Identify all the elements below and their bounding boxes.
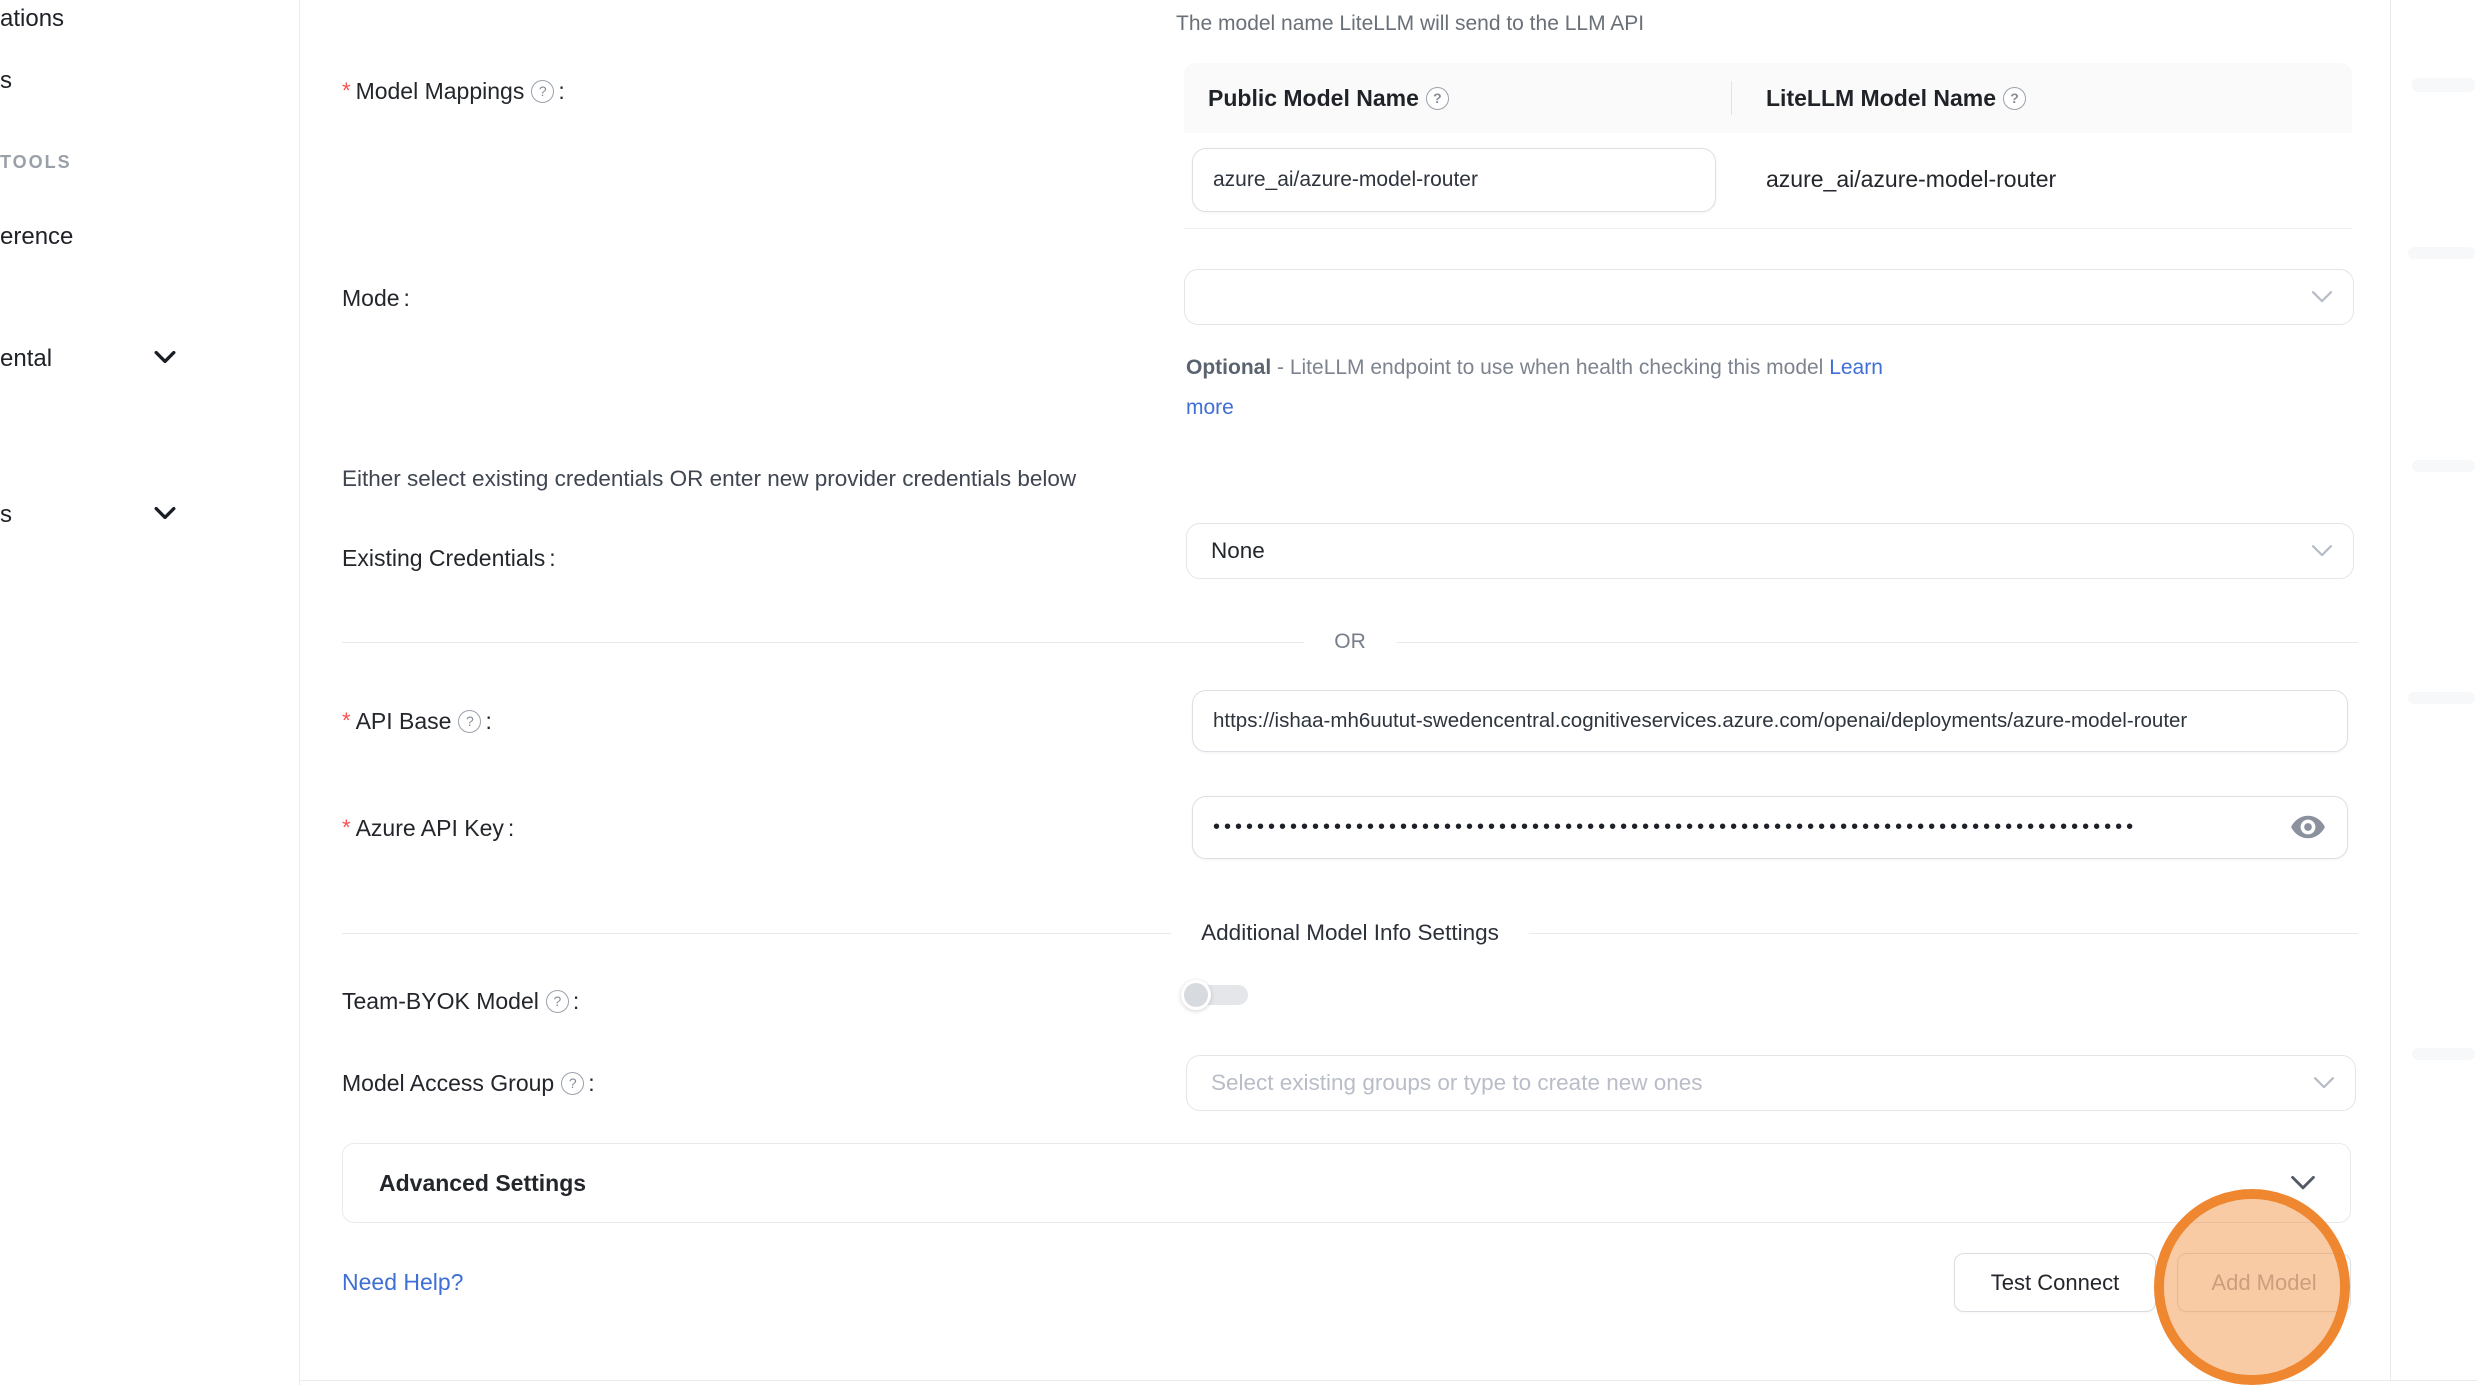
sidebar-item-users[interactable]: s — [0, 66, 12, 96]
chevron-down-icon — [2311, 544, 2333, 558]
column-header-litellm-model-name: LiteLLM Model Name ? — [1731, 85, 2352, 112]
backdrop-ghost — [2412, 78, 2475, 92]
model-mappings-table: Public Model Name ? LiteLLM Model Name ?… — [1184, 63, 2352, 229]
model-mappings-table-row: azure_ai/azure-model-router — [1184, 133, 2352, 229]
or-divider: OR — [342, 629, 2358, 655]
model-name-hint: The model name LiteLLM will send to the … — [1176, 12, 1644, 36]
api-base-label: * API Base ? : — [342, 706, 492, 736]
additional-info-divider: Additional Model Info Settings — [342, 920, 2358, 946]
existing-credentials-value: None — [1211, 538, 1265, 564]
sidebar-section-tools: TOOLS — [0, 150, 72, 174]
toggle-password-visibility-eye-icon[interactable] — [2290, 811, 2326, 843]
learn-more-link[interactable]: more — [1186, 396, 1234, 420]
public-model-name-input[interactable] — [1192, 148, 1716, 212]
help-icon[interactable]: ? — [1426, 87, 1449, 110]
divider-line — [1396, 642, 2358, 643]
existing-credentials-select[interactable]: None — [1186, 523, 2354, 579]
api-base-input[interactable] — [1192, 690, 2348, 752]
need-help-link[interactable]: Need Help? — [342, 1269, 463, 1296]
chevron-down-icon — [154, 506, 176, 520]
mode-help-line2: more — [1186, 388, 1234, 428]
test-connect-button[interactable]: Test Connect — [1954, 1253, 2156, 1312]
backdrop-ghost — [2408, 247, 2475, 259]
add-model-form-screen: ations s TOOLS erence ental s The model … — [0, 0, 2477, 1385]
model-access-group-label: Model Access Group ? : — [342, 1068, 595, 1098]
sidebar-item-label: ental — [0, 345, 52, 373]
chevron-down-icon — [2311, 290, 2333, 304]
divider-line — [1529, 933, 2358, 934]
sidebar-item-organizations[interactable]: ations — [0, 4, 64, 34]
advanced-settings-title: Advanced Settings — [379, 1170, 586, 1197]
model-mappings-label: * Model Mappings ? : — [342, 76, 565, 106]
team-byok-label: Team-BYOK Model ? : — [342, 986, 579, 1016]
sidebar-item-label: erence — [0, 223, 73, 251]
modal-bottom-border — [300, 1380, 2477, 1381]
model-access-group-select[interactable]: Select existing groups or type to create… — [1186, 1055, 2356, 1111]
model-access-group-placeholder: Select existing groups or type to create… — [1211, 1070, 1703, 1096]
required-marker: * — [342, 817, 351, 839]
backdrop-ghost — [2412, 460, 2475, 472]
modal-right-border — [2390, 0, 2391, 1381]
chevron-down-icon — [2290, 1175, 2316, 1191]
help-icon[interactable]: ? — [561, 1072, 584, 1095]
help-icon[interactable]: ? — [546, 990, 569, 1013]
existing-credentials-label: Existing Credentials : — [342, 543, 556, 573]
column-divider — [1731, 81, 1732, 115]
team-byok-toggle[interactable] — [1188, 985, 1248, 1005]
chevron-down-icon — [2313, 1076, 2335, 1090]
azure-api-key-label: * Azure API Key : — [342, 813, 514, 843]
sidebar: ations s TOOLS erence ental s — [0, 0, 300, 1385]
sidebar-item-api-reference[interactable]: erence — [0, 222, 73, 252]
toggle-knob — [1181, 980, 1211, 1010]
learn-more-link[interactable]: Learn — [1829, 356, 1883, 380]
azure-api-key-input[interactable] — [1192, 796, 2348, 859]
sidebar-item-label: ations — [0, 5, 64, 33]
litellm-model-name-value: azure_ai/azure-model-router — [1766, 166, 2056, 193]
divider-line — [342, 933, 1171, 934]
mode-help-line1: Optional - LiteLLM endpoint to use when … — [1186, 348, 1883, 388]
sidebar-item-settings[interactable]: s — [0, 500, 12, 530]
required-marker: * — [342, 710, 351, 732]
click-highlight-circle — [2154, 1189, 2350, 1385]
required-marker: * — [342, 80, 351, 102]
sidebar-item-experimental[interactable]: ental — [0, 344, 52, 374]
help-icon[interactable]: ? — [531, 80, 554, 103]
credentials-note: Either select existing credentials OR en… — [342, 466, 1076, 492]
sidebar-item-label: s — [0, 67, 12, 95]
column-header-public-model-name: Public Model Name ? — [1184, 85, 1731, 112]
help-icon[interactable]: ? — [458, 710, 481, 733]
divider-line — [342, 642, 1304, 643]
sidebar-section-label: TOOLS — [0, 152, 72, 173]
sidebar-item-label: s — [0, 501, 12, 529]
backdrop-ghost — [2412, 1048, 2475, 1060]
mode-select[interactable] — [1184, 269, 2354, 325]
chevron-down-icon — [154, 350, 176, 364]
help-icon[interactable]: ? — [2003, 87, 2026, 110]
backdrop-ghost — [2408, 692, 2475, 704]
mode-label: Mode : — [342, 283, 410, 313]
advanced-settings-panel[interactable]: Advanced Settings — [342, 1143, 2351, 1223]
model-mappings-table-header: Public Model Name ? LiteLLM Model Name ? — [1184, 63, 2352, 133]
